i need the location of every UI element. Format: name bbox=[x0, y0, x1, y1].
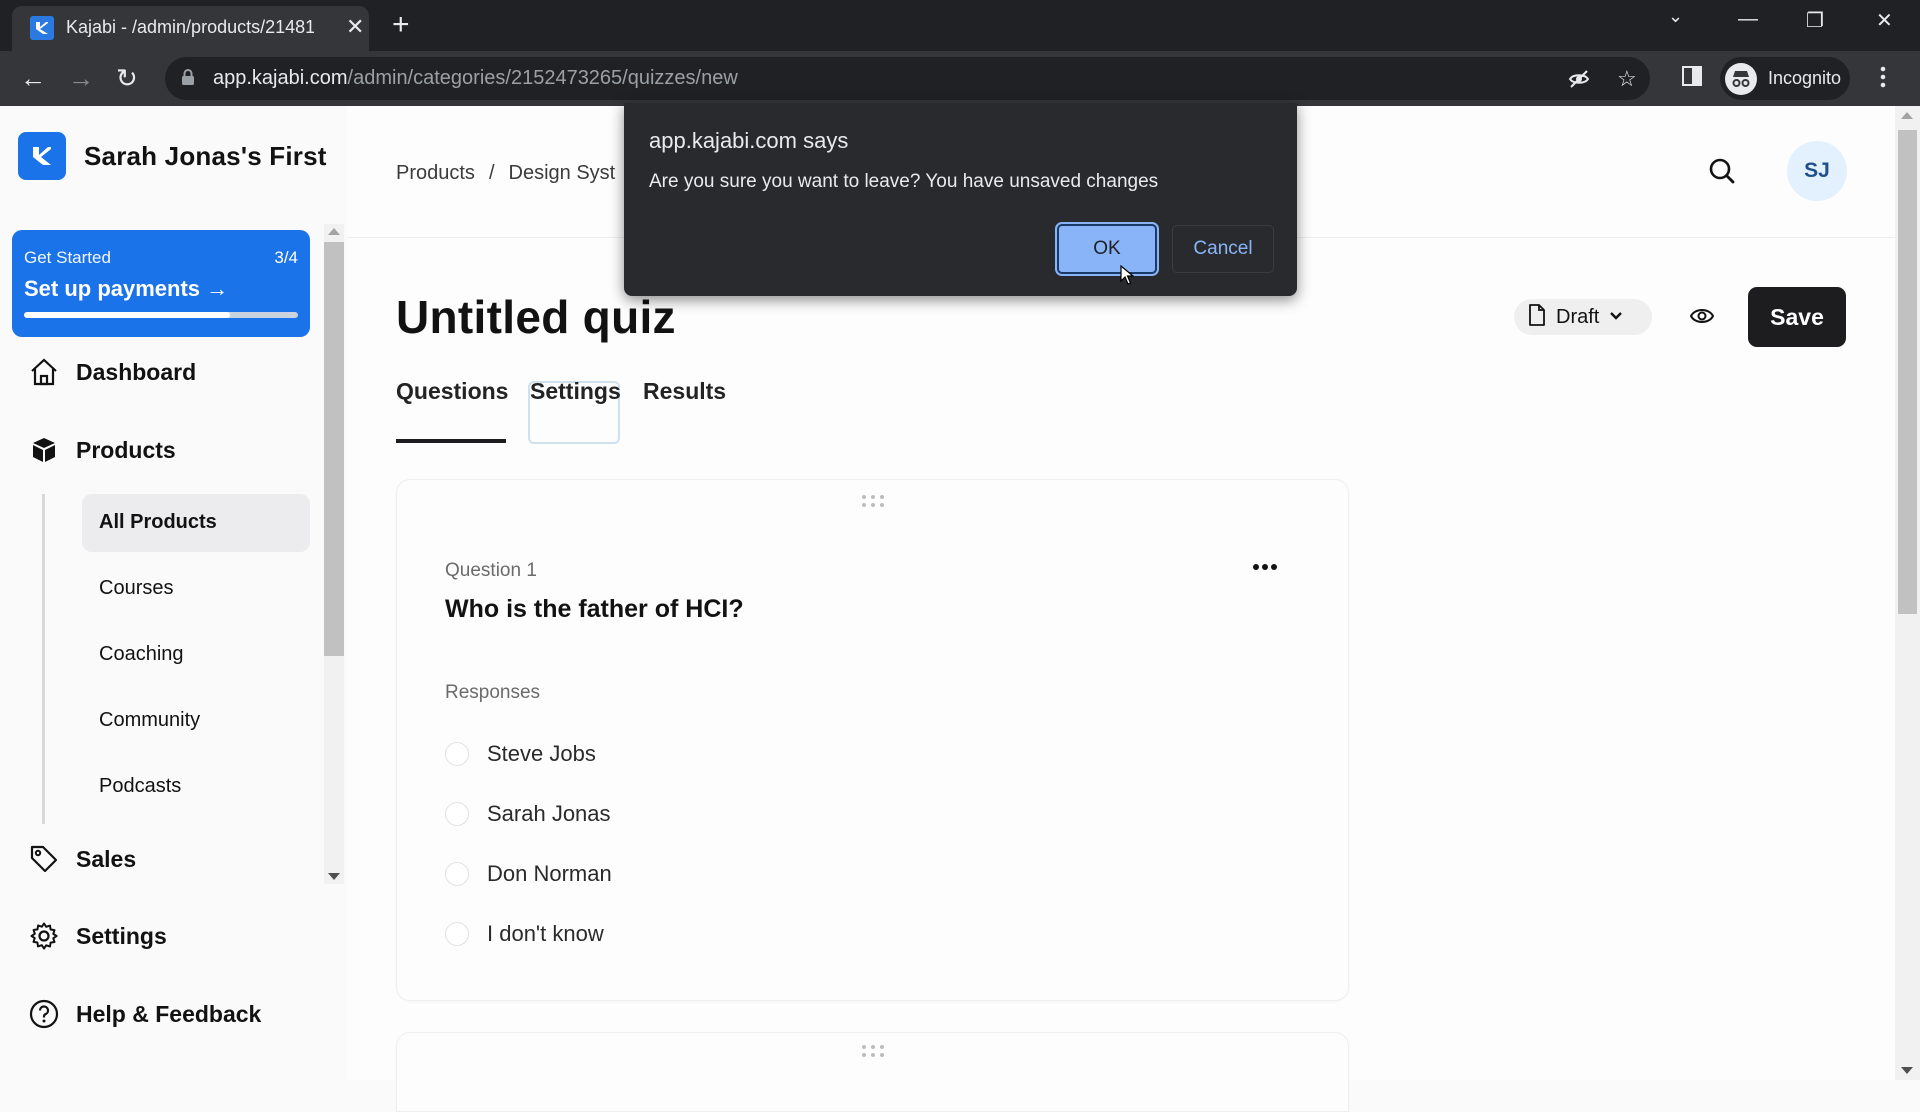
tab-search-chevron-icon[interactable]: ⌄ bbox=[1668, 6, 1683, 27]
sidebar-scroll-thumb[interactable] bbox=[324, 242, 344, 656]
breadcrumb-design-system[interactable]: Design Syst bbox=[509, 162, 616, 184]
forward-button[interactable]: → bbox=[68, 63, 94, 93]
radio-button[interactable] bbox=[445, 862, 469, 886]
address-bar[interactable]: app.kajabi.com/admin/categories/21524732… bbox=[165, 57, 1650, 100]
breadcrumb-products[interactable]: Products bbox=[396, 162, 475, 184]
sidebar-item-dashboard[interactable]: Dashboard bbox=[28, 356, 196, 388]
active-tab-indicator bbox=[396, 439, 506, 443]
help-icon bbox=[28, 998, 60, 1030]
scroll-down-arrow-icon[interactable] bbox=[1901, 1067, 1913, 1074]
sidebar-item-sales[interactable]: Sales bbox=[28, 843, 136, 875]
kajabi-favicon-icon bbox=[30, 16, 54, 40]
scroll-up-arrow-icon[interactable] bbox=[1901, 112, 1913, 119]
question-card-next bbox=[396, 1032, 1349, 1112]
save-button[interactable]: Save bbox=[1748, 287, 1846, 347]
incognito-profile-button[interactable]: Incognito bbox=[1720, 57, 1850, 100]
incognito-icon bbox=[1725, 63, 1757, 95]
reload-button[interactable]: ↻ bbox=[116, 63, 138, 93]
get-started-count: 3/4 bbox=[274, 248, 298, 267]
ok-button[interactable]: OK bbox=[1055, 222, 1159, 276]
response-option[interactable]: Don Norman bbox=[445, 861, 612, 887]
tab-results[interactable]: Results bbox=[643, 378, 726, 405]
tab-close-icon[interactable]: ✕ bbox=[346, 14, 364, 40]
mouse-cursor-icon bbox=[1120, 264, 1135, 290]
lock-icon bbox=[181, 68, 195, 91]
gear-icon bbox=[28, 920, 60, 952]
tab-title: Kajabi - /admin/products/21481 bbox=[66, 17, 314, 37]
site-name[interactable]: Sarah Jonas's First bbox=[84, 141, 327, 172]
incognito-label: Incognito bbox=[1768, 68, 1842, 88]
arrow-right-icon: → bbox=[206, 276, 229, 301]
scroll-up-arrow-icon[interactable] bbox=[328, 228, 340, 235]
leave-confirm-dialog: app.kajabi.com says Are you sure you wan… bbox=[624, 103, 1297, 296]
response-option[interactable]: I don't know bbox=[445, 921, 604, 947]
restore-button[interactable]: ❐ bbox=[1806, 8, 1824, 33]
status-dropdown[interactable]: Draft bbox=[1514, 299, 1652, 335]
dialog-message: Are you sure you want to leave? You have… bbox=[649, 171, 1159, 192]
sidebar-subitem-podcasts[interactable]: Podcasts bbox=[82, 758, 310, 816]
question-number: Question 1 bbox=[445, 560, 537, 581]
avatar[interactable]: SJ bbox=[1787, 141, 1847, 201]
new-tab-button[interactable]: + bbox=[392, 8, 410, 42]
cancel-button[interactable]: Cancel bbox=[1172, 225, 1274, 273]
sidebar-scrollbar[interactable] bbox=[324, 224, 344, 884]
drag-handle-icon[interactable] bbox=[862, 495, 886, 511]
tracking-blocked-eye-icon[interactable] bbox=[1568, 68, 1590, 95]
page-title[interactable]: Untitled quiz bbox=[396, 290, 676, 344]
tab-settings[interactable]: Settings bbox=[530, 378, 621, 405]
page-scrollbar[interactable] bbox=[1895, 106, 1920, 1080]
sidebar-item-help-feedback[interactable]: Help & Feedback bbox=[28, 998, 261, 1030]
document-icon bbox=[1528, 303, 1546, 331]
breadcrumb-separator: / bbox=[488, 162, 495, 184]
tag-icon bbox=[28, 843, 60, 875]
more-options-icon[interactable] bbox=[1252, 558, 1278, 576]
get-started-progress-fill bbox=[24, 312, 230, 318]
side-panel-icon[interactable] bbox=[1681, 65, 1703, 92]
sidebar-item-settings[interactable]: Settings bbox=[28, 920, 167, 952]
responses-label: Responses bbox=[445, 682, 541, 703]
search-icon[interactable] bbox=[1708, 157, 1736, 190]
dialog-title: app.kajabi.com says bbox=[649, 128, 849, 153]
preview-eye-icon[interactable] bbox=[1689, 306, 1715, 331]
radio-button[interactable] bbox=[445, 802, 469, 826]
close-window-button[interactable]: ✕ bbox=[1876, 8, 1893, 33]
sidebar-subitem-community[interactable]: Community bbox=[82, 692, 310, 750]
tab-questions[interactable]: Questions bbox=[396, 378, 508, 405]
response-option[interactable]: Sarah Jonas bbox=[445, 801, 611, 827]
browser-menu-icon[interactable] bbox=[1880, 65, 1886, 94]
home-icon bbox=[28, 356, 60, 388]
sidebar: Sarah Jonas's First Get Started 3/4 Set … bbox=[0, 106, 347, 1080]
sidebar-subitem-coaching[interactable]: Coaching bbox=[82, 626, 310, 684]
breadcrumb: Products / Design Syst bbox=[396, 162, 615, 185]
url-text: app.kajabi.com/admin/categories/21524732… bbox=[213, 67, 738, 89]
bookmark-star-icon[interactable]: ☆ bbox=[1617, 66, 1637, 92]
radio-button[interactable] bbox=[445, 922, 469, 946]
browser-toolbar: ← → ↻ app.kajabi.com/admin/categories/21… bbox=[0, 51, 1920, 106]
get-started-card[interactable]: Get Started 3/4 Set up payments → bbox=[12, 230, 310, 337]
drag-handle-icon[interactable] bbox=[862, 1045, 886, 1061]
question-card: Question 1 Who is the father of HCI? Res… bbox=[396, 479, 1349, 1001]
box-icon bbox=[28, 434, 60, 466]
kajabi-logo-icon[interactable] bbox=[18, 132, 66, 180]
get-started-action: Set up payments → bbox=[24, 276, 229, 301]
get-started-progress bbox=[24, 312, 298, 318]
get-started-label: Get Started bbox=[24, 248, 111, 267]
sidebar-subitem-all-products[interactable]: All Products bbox=[82, 494, 310, 552]
response-option[interactable]: Steve Jobs bbox=[445, 741, 596, 767]
question-text[interactable]: Who is the father of HCI? bbox=[445, 595, 744, 624]
products-subnav-line bbox=[42, 494, 45, 824]
status-label: Draft bbox=[1556, 305, 1600, 328]
page-scroll-thumb[interactable] bbox=[1898, 130, 1917, 614]
browser-tab[interactable]: Kajabi - /admin/products/21481 ✕ bbox=[12, 6, 369, 51]
sidebar-item-products[interactable]: Products bbox=[28, 434, 176, 466]
back-button[interactable]: ← bbox=[20, 63, 46, 93]
sidebar-subitem-courses[interactable]: Courses bbox=[82, 560, 310, 618]
minimize-button[interactable]: — bbox=[1738, 8, 1758, 31]
chevron-down-icon bbox=[1609, 308, 1623, 326]
radio-button[interactable] bbox=[445, 742, 469, 766]
browser-tab-bar: Kajabi - /admin/products/21481 ✕ + ⌄ — ❐… bbox=[0, 0, 1920, 51]
scroll-down-arrow-icon[interactable] bbox=[328, 873, 340, 880]
